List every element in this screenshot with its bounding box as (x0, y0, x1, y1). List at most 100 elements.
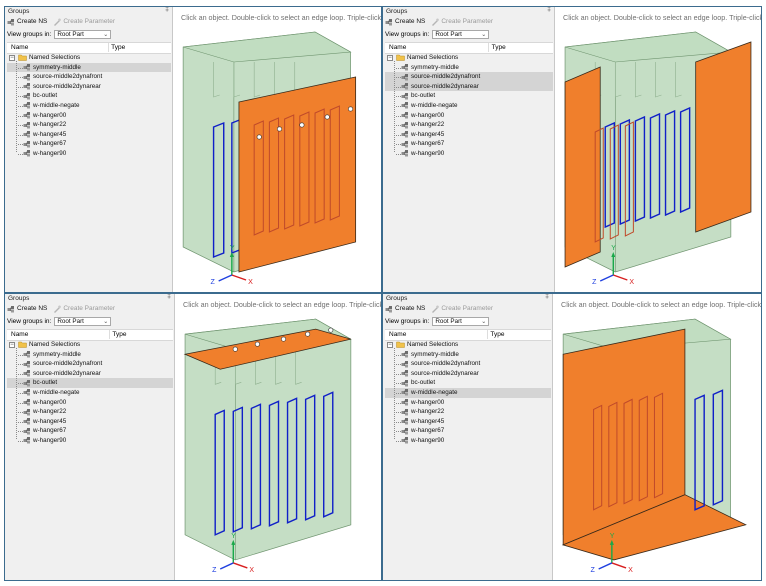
create-ns-button[interactable]: Create NS (385, 18, 425, 26)
view-groups-dropdown[interactable]: Root Part ⌄ (432, 30, 490, 39)
tree-item[interactable]: w-hanger90 (385, 149, 553, 159)
tree-item[interactable]: w-middle-negate (7, 388, 173, 398)
parameter-icon (431, 305, 440, 313)
tree-item[interactable]: w-hanger45 (385, 417, 551, 427)
tree-item[interactable]: w-hanger67 (385, 426, 551, 436)
tree-item[interactable]: bc-outlet (7, 91, 171, 101)
pin-icon[interactable]: ‡ (167, 294, 171, 300)
axis-z (219, 562, 234, 570)
tree-item[interactable]: w-hanger90 (385, 436, 551, 446)
view-groups-row: View groups in: Root Part ⌄ (385, 29, 490, 40)
tree-item-label: source-middle2dynafront (33, 360, 103, 368)
pin-icon[interactable]: ‡ (165, 7, 169, 13)
tree-item-label: w-hanger22 (33, 121, 67, 129)
create-ns-label: Create NS (395, 18, 426, 25)
create-parameter-button[interactable]: Create Parameter (431, 18, 493, 26)
column-name-header[interactable]: Name (389, 44, 406, 51)
folder-icon (396, 341, 405, 348)
create-ns-button[interactable]: Create NS (385, 305, 425, 313)
tree-item-label: w-hanger90 (33, 436, 67, 444)
tree-item[interactable]: w-middle-negate (7, 101, 171, 111)
tree-item[interactable]: bc-outlet (385, 378, 551, 388)
collapse-icon[interactable]: − (9, 54, 15, 61)
tree-item[interactable]: w-middle-negate (385, 101, 553, 111)
named-selections-tree: − Named Selections symmetry-middle source-m… (385, 340, 551, 446)
column-type-header[interactable]: Type (492, 44, 506, 51)
tree-item[interactable]: symmetry-middle (7, 62, 171, 73)
collapse-icon[interactable]: − (387, 54, 393, 61)
tree-item-label: w-hanger00 (411, 111, 445, 119)
tree-item[interactable]: w-hanger67 (7, 426, 173, 436)
view-groups-dropdown[interactable]: Root Part ⌄ (54, 30, 112, 39)
geometry-view[interactable]: Y X Z (553, 294, 761, 580)
tree-item[interactable]: w-hanger67 (385, 139, 553, 149)
tree-root-named-selections[interactable]: − Named Selections (7, 53, 171, 63)
axis-z (598, 562, 613, 570)
tree-item[interactable]: symmetry-middle (385, 63, 553, 73)
tree-item[interactable]: w-hanger45 (7, 417, 173, 427)
tree-item[interactable]: w-hanger00 (7, 111, 171, 121)
view-groups-label: View groups in: (7, 318, 52, 325)
named-selection-icon (23, 149, 31, 157)
tree-item[interactable]: w-middle-negate (385, 387, 551, 398)
column-name-header[interactable]: Name (389, 331, 406, 338)
column-name-header[interactable]: Name (11, 331, 28, 338)
create-parameter-button[interactable]: Create Parameter (53, 305, 115, 313)
tree-item[interactable]: source-middle2dynafront (385, 72, 553, 82)
tree-item[interactable]: w-hanger00 (385, 398, 551, 408)
tree-item[interactable]: w-hanger00 (7, 398, 173, 408)
tree-item[interactable]: bc-outlet (7, 378, 173, 388)
tree-item[interactable]: bc-outlet (385, 91, 553, 101)
tree-item[interactable]: w-hanger45 (7, 130, 171, 140)
tree-item-label: w-hanger00 (33, 111, 67, 119)
tree-connector-vertical (16, 348, 17, 439)
tree-item[interactable]: w-hanger90 (7, 149, 171, 159)
collapse-icon[interactable]: − (387, 341, 393, 348)
tree-item[interactable]: source-middle2dynarear (7, 82, 171, 92)
tree-item[interactable]: w-hanger67 (7, 139, 171, 149)
3d-viewport[interactable]: Click an object. Double-click to select … (555, 7, 761, 292)
tree-item-label: w-middle-negate (411, 388, 458, 396)
named-selections-tree: − Named Selections symmetry-middle source-m… (385, 53, 553, 159)
tree-item[interactable]: source-middle2dynafront (385, 359, 551, 369)
tree-item[interactable]: w-hanger00 (385, 111, 553, 121)
column-type-header[interactable]: Type (112, 331, 126, 338)
tree-root-named-selections[interactable]: − Named Selections (385, 53, 553, 63)
3d-viewport[interactable]: Click an object. Double-click to select … (175, 294, 381, 580)
create-ns-button[interactable]: Create NS (7, 305, 47, 313)
tree-item[interactable]: source-middle2dynarear (7, 369, 173, 379)
tree-item[interactable]: symmetry-middle (7, 350, 173, 360)
tree-item[interactable]: source-middle2dynarear (385, 369, 551, 379)
create-ns-button[interactable]: Create NS (7, 18, 47, 26)
tree-item[interactable]: symmetry-middle (385, 350, 551, 360)
geometry-view[interactable]: Y X Z (173, 7, 381, 292)
create-parameter-button[interactable]: Create Parameter (53, 18, 115, 26)
tree-item[interactable]: source-middle2dynarear (385, 81, 553, 92)
view-groups-dropdown[interactable]: Root Part ⌄ (432, 317, 490, 326)
outlet-hole (281, 336, 287, 342)
tree-item[interactable]: w-hanger22 (385, 407, 551, 417)
column-type-header[interactable]: Type (490, 331, 504, 338)
tree-item[interactable]: source-middle2dynafront (7, 72, 171, 82)
tree-root-named-selections[interactable]: − Named Selections (7, 340, 173, 350)
tree-item-label: source-middle2dynafront (411, 360, 481, 368)
geometry-view[interactable]: Y X Z (555, 7, 761, 292)
pin-icon[interactable]: ‡ (547, 7, 551, 13)
tree-item[interactable]: w-hanger22 (7, 120, 171, 130)
geometry-view[interactable]: Y X Z (175, 294, 381, 580)
tree-item[interactable]: w-hanger22 (385, 120, 553, 130)
3d-viewport[interactable]: Click an object. Double-click to select … (553, 294, 761, 580)
tree-item-label: symmetry-middle (33, 63, 81, 71)
tree-item[interactable]: source-middle2dynafront (7, 359, 173, 369)
tree-item[interactable]: w-hanger45 (385, 130, 553, 140)
create-parameter-button[interactable]: Create Parameter (431, 305, 493, 313)
view-groups-dropdown[interactable]: Root Part ⌄ (54, 317, 112, 326)
column-name-header[interactable]: Name (11, 44, 28, 51)
tree-root-named-selections[interactable]: − Named Selections (385, 340, 551, 350)
pin-icon[interactable]: ‡ (545, 294, 549, 300)
column-type-header[interactable]: Type (111, 44, 125, 51)
3d-viewport[interactable]: Click an object. Double-click to select … (173, 7, 381, 292)
tree-item[interactable]: w-hanger90 (7, 436, 173, 446)
tree-item[interactable]: w-hanger22 (7, 407, 173, 417)
collapse-icon[interactable]: − (9, 341, 15, 348)
